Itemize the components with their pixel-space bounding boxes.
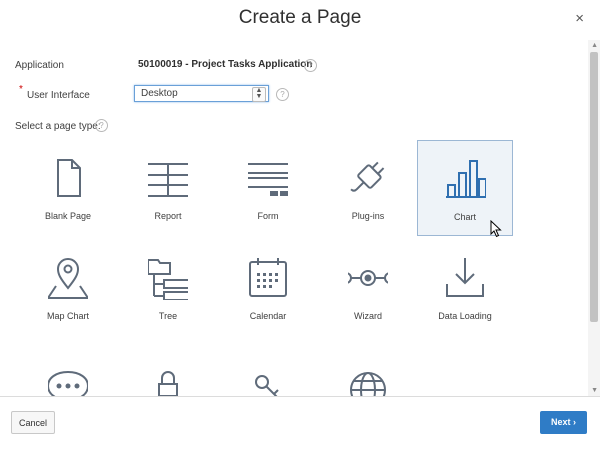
tile-label: Tree [158, 311, 178, 321]
key-icon [255, 375, 279, 396]
scroll-up-icon[interactable]: ▲ [591, 42, 598, 49]
globe-icon [350, 372, 386, 396]
help-icon[interactable]: ? [304, 59, 317, 72]
tile-label: Form [257, 211, 279, 221]
page-type-map-chart[interactable]: Map Chart [20, 240, 116, 336]
page-type-calendar[interactable]: Calendar [220, 240, 316, 336]
tile-label: Report [154, 211, 182, 221]
calendar-icon [249, 258, 287, 297]
dialog-title: Create a Page [238, 7, 362, 28]
tile-label: Plug-ins [351, 211, 385, 221]
scroll-down-icon[interactable]: ▼ [591, 387, 598, 394]
tile-label: Map Chart [46, 311, 90, 321]
bar-chart-icon [446, 160, 486, 198]
page-type-label: Select a page type: [15, 121, 101, 132]
page-type-blank-page[interactable]: Blank Page [20, 140, 116, 236]
tree-icon [148, 259, 188, 300]
chat-bubble-icon [48, 370, 88, 396]
scrollbar-thumb[interactable] [590, 52, 598, 322]
page-type-login[interactable] [120, 340, 216, 396]
lock-icon [158, 371, 178, 396]
tile-label: Data Loading [438, 311, 492, 321]
dialog-footer: Cancel Next › [0, 396, 600, 449]
report-icon [148, 163, 188, 197]
application-label: Application [15, 60, 64, 71]
next-button[interactable]: Next › [540, 411, 587, 434]
page-type-wizard[interactable]: Wizard [320, 240, 416, 336]
mouse-cursor-icon [490, 220, 502, 238]
page-type-report[interactable]: Report [120, 140, 216, 236]
next-button-label: Next [550, 417, 571, 427]
download-icon [446, 258, 484, 297]
application-value: 50100019 - Project Tasks Application [138, 59, 313, 70]
page-type-plug-ins[interactable]: Plug-ins [320, 140, 416, 236]
page-type-chat[interactable] [20, 340, 116, 396]
user-interface-label: User Interface [27, 90, 90, 101]
chevron-updown-icon: ▲ ▼ [252, 87, 266, 102]
page-type-access-control[interactable] [220, 340, 316, 396]
plugin-icon [350, 161, 385, 192]
form-icon [248, 163, 288, 196]
help-icon[interactable]: ? [95, 119, 108, 132]
dialog-header: Create a Page × [0, 0, 600, 40]
tile-label: Wizard [353, 311, 382, 321]
user-interface-value: Desktop [141, 88, 178, 99]
help-icon[interactable]: ? [276, 88, 289, 101]
tile-label: Calendar [249, 311, 287, 321]
required-marker: * [19, 84, 23, 95]
dialog-body: Application 50100019 - Project Tasks App… [0, 40, 588, 396]
wizard-steps-icon [348, 270, 388, 286]
user-interface-select[interactable]: Desktop ▲ ▼ [134, 85, 269, 102]
blank-page-icon [57, 159, 81, 197]
map-pin-icon [48, 258, 88, 299]
chevron-right-icon: › [573, 417, 577, 427]
page-type-globalization[interactable] [320, 340, 416, 396]
close-icon[interactable]: × [575, 10, 584, 27]
page-type-tree[interactable]: Tree [120, 240, 216, 336]
cancel-button[interactable]: Cancel [11, 411, 55, 434]
tile-label: Blank Page [44, 211, 92, 221]
page-type-data-loading[interactable]: Data Loading [417, 240, 513, 336]
page-type-form[interactable]: Form [220, 140, 316, 236]
